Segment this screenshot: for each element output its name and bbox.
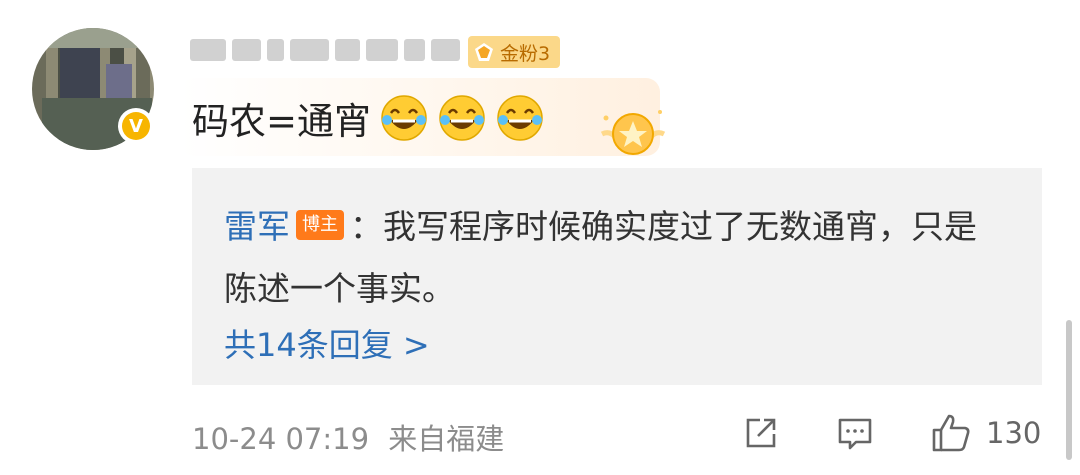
laugh-emoji-icon (381, 95, 427, 141)
fan-badge[interactable]: 金粉3 (468, 36, 561, 68)
fan-gem-icon (475, 43, 493, 61)
comment-body[interactable]: 码农=通宵 (192, 92, 545, 144)
source: 来自福建 (388, 422, 505, 456)
fan-badge-label: 金粉3 (500, 42, 551, 65)
more-replies-link[interactable]: 共14条回复 > (224, 320, 430, 366)
comment-icon[interactable] (836, 414, 874, 452)
laugh-emoji-icon (497, 95, 543, 141)
comment-text: 码农=通宵 (192, 100, 372, 143)
comment-meta: 10-24 07:19 来自福建 (192, 416, 504, 458)
verified-icon: V (118, 108, 154, 144)
like-icon[interactable] (930, 412, 972, 454)
reply-content: 雷军 博主 ：我写程序时候确实度过了无数通宵，只是陈述一个事实。 (224, 196, 984, 320)
timestamp: 10-24 07:19 (192, 422, 370, 456)
username[interactable] (190, 34, 460, 66)
scrollbar[interactable] (1066, 320, 1072, 460)
like-count: 130 (986, 416, 1042, 450)
laugh-emoji-icon (439, 95, 485, 141)
blogger-badge: 博主 (296, 209, 344, 240)
reply-author[interactable]: 雷军 (224, 207, 290, 246)
reply-separator: ： (350, 207, 383, 246)
trophy-icon (600, 110, 666, 155)
share-icon[interactable] (742, 414, 780, 452)
